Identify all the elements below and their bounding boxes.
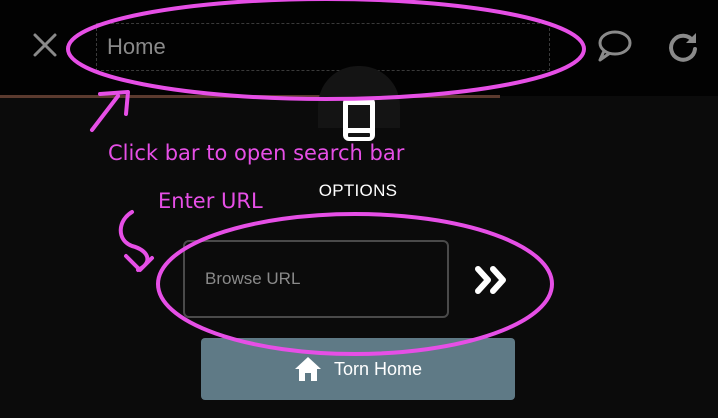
chat-bubble-icon bbox=[598, 30, 632, 62]
torn-home-button[interactable]: Torn Home bbox=[201, 338, 515, 400]
go-button[interactable] bbox=[470, 260, 514, 300]
home-icon bbox=[294, 357, 321, 381]
options-label[interactable]: OPTIONS bbox=[298, 181, 418, 201]
double-chevron-right-icon bbox=[475, 266, 506, 294]
chat-button[interactable] bbox=[594, 28, 634, 64]
refresh-button[interactable] bbox=[664, 28, 702, 66]
annotation-arrow-url bbox=[118, 210, 154, 272]
close-button[interactable] bbox=[28, 28, 62, 62]
torn-home-label: Torn Home bbox=[333, 358, 423, 379]
annotation-url-hint: Enter URL bbox=[158, 189, 263, 213]
annotation-search-hint: Click bar to open search bar bbox=[108, 141, 405, 165]
browse-url-input[interactable] bbox=[183, 240, 449, 318]
refresh-icon bbox=[669, 33, 697, 62]
phone-icon[interactable] bbox=[337, 96, 381, 142]
loading-progress-line bbox=[0, 95, 500, 98]
address-bar[interactable]: Home bbox=[96, 23, 550, 71]
close-icon bbox=[33, 33, 57, 57]
address-bar-text: Home bbox=[107, 34, 166, 59]
